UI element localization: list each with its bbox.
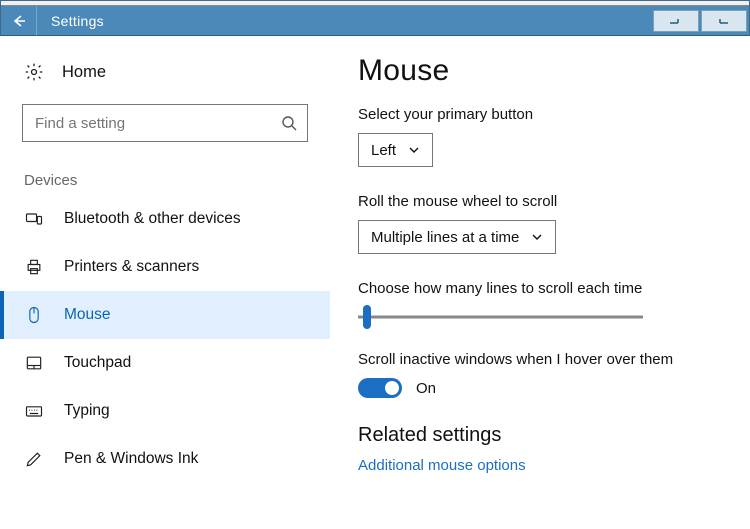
arrow-left-icon (11, 13, 27, 29)
toggle-state-label: On (416, 380, 436, 397)
sidebar-nav: Bluetooth & other devices Printers & sca… (0, 195, 330, 483)
related-settings-heading: Related settings (358, 424, 730, 447)
related-settings: Related settings Additional mouse option… (358, 424, 730, 474)
primary-button-dropdown[interactable]: Left (358, 133, 433, 167)
dropdown-value: Left (371, 142, 396, 159)
additional-mouse-options-link[interactable]: Additional mouse options (358, 457, 730, 474)
lines-label: Choose how many lines to scroll each tim… (358, 280, 730, 297)
min-icon (667, 16, 685, 26)
keyboard-icon (24, 401, 44, 421)
sidebar-item-pen[interactable]: Pen & Windows Ink (0, 435, 330, 483)
sidebar-item-label: Bluetooth & other devices (64, 210, 241, 228)
lines-slider[interactable] (358, 307, 643, 325)
devices-icon (24, 209, 44, 229)
window-title: Settings (37, 13, 104, 29)
gear-icon (24, 62, 44, 82)
sidebar-item-label: Mouse (64, 306, 111, 324)
primary-button-block: Select your primary button Left (358, 106, 730, 167)
wheel-label: Roll the mouse wheel to scroll (358, 193, 730, 210)
slider-track (358, 316, 643, 319)
touchpad-icon (24, 353, 44, 373)
search-icon (281, 115, 297, 131)
search-box[interactable] (22, 104, 308, 142)
sidebar-item-typing[interactable]: Typing (0, 387, 330, 435)
search-input[interactable] (33, 114, 281, 133)
sidebar-item-label: Pen & Windows Ink (64, 450, 198, 468)
page-title: Mouse (358, 54, 730, 88)
inactive-block: Scroll inactive windows when I hover ove… (358, 351, 730, 398)
wheel-dropdown[interactable]: Multiple lines at a time (358, 220, 556, 254)
sidebar: Home Devices Bluetooth & other devices (0, 36, 330, 529)
maximize-button[interactable] (701, 10, 747, 32)
inactive-label: Scroll inactive windows when I hover ove… (358, 351, 730, 368)
wheel-block: Roll the mouse wheel to scroll Multiple … (358, 193, 730, 254)
sidebar-home[interactable]: Home (0, 58, 330, 92)
lines-block: Choose how many lines to scroll each tim… (358, 280, 730, 325)
sidebar-home-label: Home (62, 63, 106, 82)
mouse-icon (24, 305, 44, 325)
sidebar-item-touchpad[interactable]: Touchpad (0, 339, 330, 387)
sidebar-item-mouse[interactable]: Mouse (0, 291, 330, 339)
sidebar-item-bluetooth[interactable]: Bluetooth & other devices (0, 195, 330, 243)
back-button[interactable] (1, 6, 37, 36)
pen-icon (24, 449, 44, 469)
minimize-button[interactable] (653, 10, 699, 32)
slider-thumb[interactable] (363, 305, 371, 329)
max-icon (715, 16, 733, 26)
sidebar-item-label: Touchpad (64, 354, 131, 372)
sidebar-section-label: Devices (24, 172, 330, 189)
printer-icon (24, 257, 44, 277)
window-buttons (653, 10, 749, 32)
dropdown-value: Multiple lines at a time (371, 229, 519, 246)
app-body: Home Devices Bluetooth & other devices (0, 36, 750, 529)
sidebar-item-label: Printers & scanners (64, 258, 199, 276)
chevron-down-icon (408, 144, 420, 156)
sidebar-item-label: Typing (64, 402, 110, 420)
content: Mouse Select your primary button Left Ro… (330, 36, 750, 529)
chevron-down-icon (531, 231, 543, 243)
search-wrap (22, 104, 308, 142)
inactive-toggle[interactable] (358, 378, 402, 398)
sidebar-item-printers[interactable]: Printers & scanners (0, 243, 330, 291)
titlebar: Settings (1, 6, 749, 36)
primary-button-label: Select your primary button (358, 106, 730, 123)
